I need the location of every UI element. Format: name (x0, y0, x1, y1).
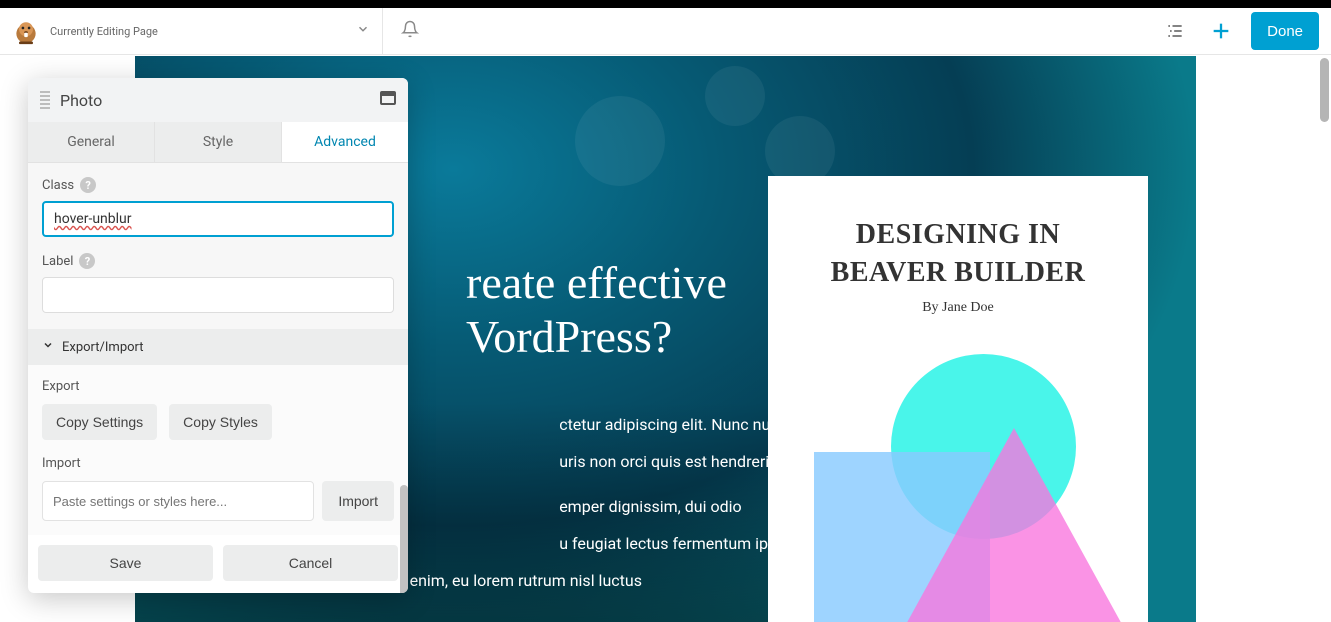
export-section: Export Copy Settings Copy Styles Import … (28, 365, 408, 535)
label-input[interactable] (42, 277, 394, 313)
help-icon[interactable]: ? (79, 253, 95, 269)
add-content-button[interactable] (1205, 15, 1237, 47)
class-input-wrapper: hover-unblur (42, 201, 394, 237)
tab-general[interactable]: General (28, 122, 155, 162)
import-input[interactable] (42, 481, 314, 521)
editing-title: Currently Editing Page (50, 25, 158, 38)
save-button[interactable]: Save (38, 545, 213, 581)
copy-styles-button[interactable]: Copy Styles (169, 404, 272, 440)
chevron-down-icon (42, 339, 54, 355)
card-shapes (796, 354, 1120, 622)
notifications-icon[interactable] (401, 20, 419, 43)
panel-scrollbar[interactable] (400, 485, 408, 593)
tab-advanced[interactable]: Advanced (282, 122, 408, 162)
panel-footer: Save Cancel (28, 535, 408, 593)
beaver-logo-icon (12, 17, 40, 45)
topbar-mid (383, 20, 1159, 43)
export-label: Export (42, 379, 394, 394)
export-import-toggle[interactable]: Export/Import (28, 329, 408, 365)
class-field-label: Class ? (42, 177, 394, 193)
cancel-button[interactable]: Cancel (223, 545, 398, 581)
drag-handle-icon[interactable] (40, 91, 50, 109)
bokeh-decor (575, 96, 665, 186)
title-dropdown-button[interactable] (356, 22, 370, 40)
label-field-label: Label ? (42, 253, 394, 269)
top-toolbar: Currently Editing Page Done (0, 8, 1331, 55)
panel-header: Photo (28, 78, 408, 122)
panel-tabs: General Style Advanced (28, 122, 408, 163)
editing-title-label: Currently Editing Page (50, 25, 158, 38)
help-icon[interactable]: ? (80, 177, 96, 193)
export-import-label: Export/Import (62, 340, 144, 355)
card-title: DESIGNING INBEAVER BUILDER (796, 216, 1120, 292)
done-button[interactable]: Done (1251, 12, 1319, 50)
bokeh-decor (705, 66, 765, 126)
tab-style[interactable]: Style (155, 122, 282, 162)
import-label: Import (42, 456, 394, 471)
settings-panel: Photo General Style Advanced Class ? hov… (28, 78, 408, 593)
topbar-left: Currently Editing Page (0, 8, 383, 54)
triangle-shape (904, 428, 1124, 622)
outline-icon[interactable] (1159, 15, 1191, 47)
window-black-bar (0, 0, 1331, 8)
copy-settings-button[interactable]: Copy Settings (42, 404, 157, 440)
panel-title: Photo (60, 91, 380, 110)
panel-body: Class ? hover-unblur Label ? Export/Impo… (28, 163, 408, 365)
export-buttons: Copy Settings Copy Styles (42, 404, 394, 440)
card-byline: By Jane Doe (796, 300, 1120, 316)
import-row: Import (42, 481, 394, 521)
expand-panel-icon[interactable] (380, 91, 396, 109)
import-button[interactable]: Import (322, 481, 394, 521)
book-cover-card[interactable]: DESIGNING INBEAVER BUILDER By Jane Doe (768, 176, 1148, 622)
page-scrollbar[interactable] (1320, 58, 1329, 122)
class-input[interactable]: hover-unblur (42, 201, 394, 237)
topbar-right: Done (1159, 12, 1331, 50)
